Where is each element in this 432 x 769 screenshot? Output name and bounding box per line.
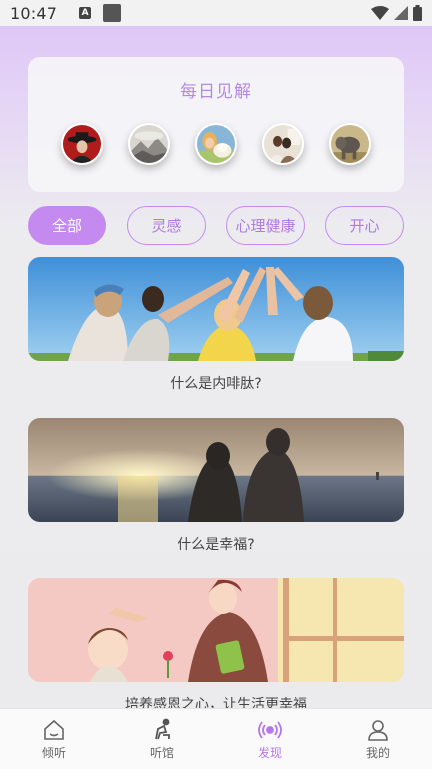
category-chip-happy[interactable]: 开心 — [325, 206, 404, 245]
article-card[interactable]: 培养感恩之心，让生活更幸福 — [28, 578, 404, 714]
category-chip-all[interactable]: 全部 — [28, 206, 106, 245]
category-chip-mental-health[interactable]: 心理健康 — [226, 206, 305, 245]
notification-a-icon: A — [79, 7, 92, 19]
signal-icon — [394, 6, 408, 20]
broadcast-icon — [257, 717, 283, 743]
daily-insight-title: 每日见解 — [180, 82, 252, 102]
bottom-navigation: 倾听 听馆 发现 我的 — [0, 708, 432, 769]
insight-avatar-dog-woman[interactable] — [195, 123, 237, 165]
article-card[interactable]: 什么是幸福? — [28, 418, 404, 554]
status-icons — [371, 5, 422, 21]
nav-tab-discover[interactable]: 发现 — [216, 709, 324, 769]
insight-avatar-hat-portrait[interactable] — [61, 123, 103, 165]
daily-insight-card: 每日见解 — [28, 57, 404, 192]
article-title[interactable]: 什么是内啡肽? — [28, 373, 404, 393]
status-bar: 10:47 A — [0, 0, 432, 26]
battery-icon — [413, 5, 422, 21]
status-time: 10:47 — [10, 3, 58, 23]
user-icon — [365, 717, 391, 743]
article-image-friends-high-five[interactable] — [28, 257, 404, 361]
insight-avatar-couple-room[interactable] — [262, 123, 304, 165]
nav-tab-label: 倾听 — [41, 746, 66, 760]
article-title[interactable]: 什么是幸福? — [28, 534, 404, 554]
nav-tab-mine[interactable]: 我的 — [324, 709, 432, 769]
home-icon — [41, 717, 67, 743]
insight-avatar-mountain-mist[interactable] — [128, 123, 170, 165]
nav-tab-listen[interactable]: 倾听 — [0, 709, 108, 769]
article-image-couple-sunset[interactable] — [28, 418, 404, 522]
category-chip-inspiration[interactable]: 灵感 — [127, 206, 206, 245]
article-card[interactable]: 什么是内啡肽? — [28, 257, 404, 393]
notification-square-icon — [103, 4, 122, 22]
nav-tab-label: 我的 — [365, 746, 390, 760]
nav-tab-label: 听馆 — [149, 746, 174, 760]
nav-tab-hall[interactable]: 听馆 — [108, 709, 216, 769]
discover-screen: 10:47 A 每日见解 全部 灵感 心理健康 开心 什么是内啡肽? 什么是幸福… — [0, 0, 432, 769]
nav-tab-label: 发现 — [257, 746, 282, 760]
recliner-icon — [149, 717, 175, 743]
wifi-icon — [371, 6, 389, 20]
article-image-mother-child-illustration[interactable] — [28, 578, 404, 682]
insight-avatar-elephant[interactable] — [329, 123, 371, 165]
